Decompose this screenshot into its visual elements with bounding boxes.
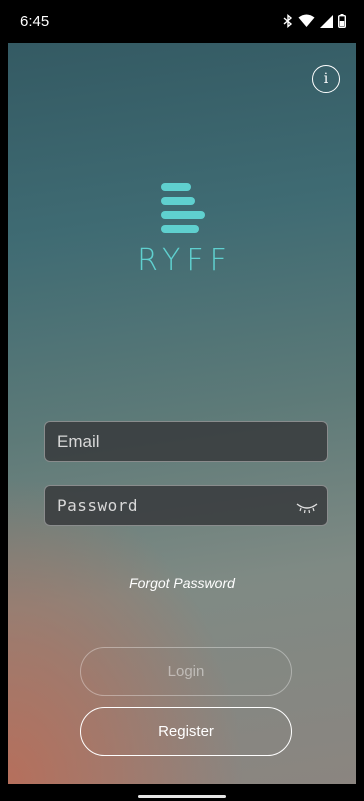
forgot-password-link[interactable]: Forgot Password: [8, 575, 356, 591]
info-icon: i: [323, 71, 329, 87]
status-time: 6:45: [20, 13, 50, 30]
home-indicator[interactable]: [138, 795, 226, 798]
app-name: RYFF: [137, 243, 233, 278]
email-input[interactable]: [57, 422, 327, 461]
ryff-logo-icon: [161, 183, 205, 233]
register-button[interactable]: Register: [80, 707, 292, 756]
login-screen: i RYFF Forgot Password Login Register: [8, 43, 356, 784]
info-button[interactable]: i: [312, 65, 340, 93]
battery-icon: [338, 14, 346, 28]
wifi-icon: [298, 14, 315, 27]
login-button-label: Login: [167, 663, 205, 680]
eye-closed-icon[interactable]: [295, 499, 319, 515]
status-icons: [283, 12, 346, 30]
email-field[interactable]: [44, 421, 328, 462]
password-input[interactable]: [57, 486, 327, 525]
signal-icon: [320, 14, 333, 28]
password-field[interactable]: [44, 485, 328, 526]
navigation-bar: [0, 784, 364, 801]
app-logo: RYFF: [8, 183, 356, 278]
status-bar: 6:45: [0, 0, 364, 43]
register-button-label: Register: [158, 723, 214, 740]
bluetooth-icon: [283, 14, 293, 28]
login-button[interactable]: Login: [80, 647, 292, 696]
